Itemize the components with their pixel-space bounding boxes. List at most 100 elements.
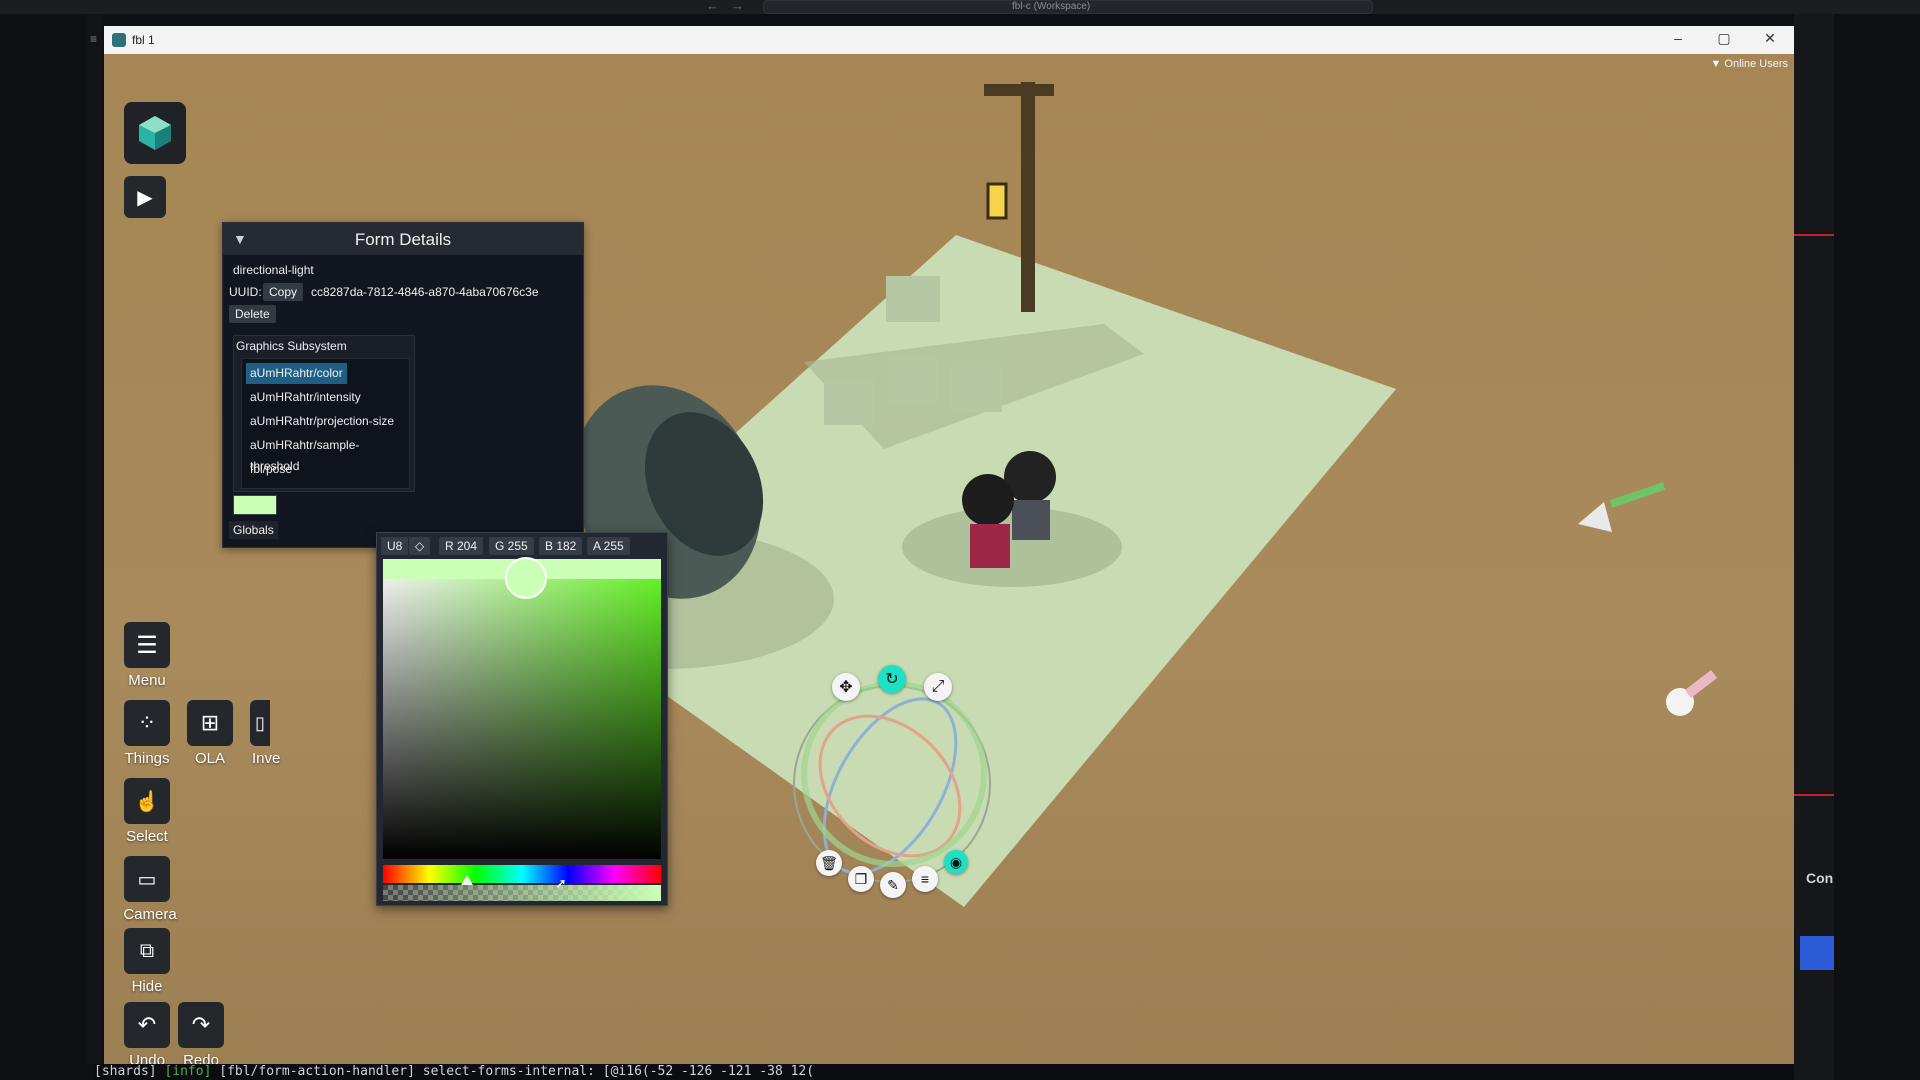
right-panel-label: Con — [1806, 870, 1834, 886]
play-button[interactable]: ▶ — [124, 176, 166, 218]
app-logo-button[interactable] — [124, 102, 186, 164]
box — [888, 356, 938, 404]
menu-lines-icon[interactable]: ≡ — [912, 866, 938, 892]
copy-uuid-button[interactable]: Copy — [263, 283, 304, 301]
hamburger-icon: ☰ — [136, 631, 158, 659]
character-head — [962, 474, 1014, 526]
log-tag: [shards] — [94, 1064, 157, 1079]
lamp-post — [1021, 82, 1035, 312]
box — [824, 379, 874, 425]
redo-label: Redo — [183, 1052, 219, 1064]
property-item[interactable]: aUmHRahtr/color — [246, 363, 347, 384]
rotate-icon[interactable]: ↻ — [878, 665, 906, 693]
ola-button[interactable]: ⊞ — [187, 700, 233, 746]
panel-title: Form Details — [354, 230, 452, 249]
inventory-label: Inve — [252, 750, 281, 767]
pencil-icon[interactable]: ✎ — [880, 872, 906, 898]
light-arrow-shaft — [1609, 482, 1666, 508]
hide-label: Hide — [131, 978, 163, 995]
property-item[interactable]: fbl/pose — [246, 459, 296, 480]
redo-icon: ↷ — [191, 1012, 211, 1037]
green-value[interactable]: G 255 — [489, 537, 534, 555]
os-top-bar: ←→ fbl-c (Workspace) — [0, 0, 1920, 14]
select-button[interactable]: ☝ — [124, 778, 170, 824]
target-icon[interactable]: ◉ — [944, 850, 968, 874]
property-item[interactable]: aUmHRahtr/intensity — [246, 387, 365, 408]
workspace-search-label: fbl-c (Workspace) — [1012, 1, 1091, 12]
log-level: [info] — [164, 1064, 212, 1079]
terminal-status-line: [shards] [info] [fbl/form-action-handler… — [94, 1064, 1794, 1080]
nav-arrows[interactable]: ←→ — [706, 0, 756, 13]
inventory-icon: ▯ — [255, 712, 265, 733]
redo-button[interactable]: ↷ — [178, 1002, 224, 1048]
globals-tab[interactable]: Globals — [229, 521, 278, 539]
app-window: fbl 1 – ▢ ✕ ▼ Online Users ✥ ↻ ⤢ 🗑 ❐ ✎ ≡… — [104, 26, 1794, 1064]
grid-squares-icon: ⊞ — [200, 710, 220, 735]
minimize-button[interactable]: – — [1658, 30, 1698, 46]
menu-button[interactable]: ☰ — [124, 622, 170, 668]
saturation-value-area[interactable] — [383, 559, 661, 859]
select-hand-icon: ☝ — [134, 790, 160, 813]
form-name: directional-light — [233, 263, 314, 277]
mouse-cursor-icon: ➚ — [555, 875, 567, 891]
blue-value[interactable]: B 182 — [539, 537, 583, 555]
alpha-slider[interactable] — [383, 885, 661, 901]
select-label: Select — [126, 828, 168, 845]
close-button[interactable]: ✕ — [1750, 30, 1790, 47]
property-list: aUmHRahtr/color aUmHRahtr/intensity aUmH… — [241, 358, 410, 489]
box — [886, 276, 940, 322]
maximize-button[interactable]: ▢ — [1704, 30, 1744, 47]
hamburger-icon[interactable]: ≡ — [90, 32, 97, 46]
3d-viewport[interactable]: ▼ Online Users ✥ ↻ ⤢ 🗑 ❐ ✎ ≡ ◉ ▶ ☰ Menu … — [104, 54, 1794, 1064]
inventory-button[interactable]: ▯ — [250, 700, 270, 746]
color-picker-popup: U8 ◇ R 204 G 255 B 182 A 255 ➚ — [376, 532, 668, 906]
menu-label: Menu — [128, 672, 166, 689]
things-button[interactable]: ⁘ — [124, 700, 170, 746]
back-arrow-icon[interactable]: ← — [706, 0, 731, 13]
trash-icon[interactable]: 🗑 — [816, 850, 842, 876]
property-item[interactable]: aUmHRahtr/sample-threshold — [246, 435, 409, 473]
workspace-search-box[interactable]: fbl-c (Workspace) — [763, 0, 1373, 14]
right-panel-button[interactable] — [1800, 936, 1834, 970]
scene-canvas[interactable] — [104, 54, 1794, 1064]
divider — [1794, 794, 1834, 796]
hue-marker[interactable] — [461, 875, 473, 885]
forward-arrow-icon[interactable]: → — [731, 0, 756, 13]
hide-icon: ⧉ — [139, 939, 155, 962]
move-arrows-icon[interactable]: ✥ — [832, 673, 860, 701]
undo-button[interactable]: ↶ — [124, 1002, 170, 1048]
graphics-subsystem-section: Graphics Subsystem aUmHRahtr/color aUmHR… — [233, 335, 415, 492]
video-camera-icon: ▭ — [137, 868, 157, 891]
divider — [1794, 234, 1834, 236]
red-value[interactable]: R 204 — [439, 537, 484, 555]
hide-button[interactable]: ⧉ — [124, 928, 170, 974]
form-details-panel: ▼ Form Details directional-light UUID: C… — [222, 222, 584, 548]
camera-label: Camera — [123, 906, 177, 923]
alpha-value[interactable]: A 255 — [587, 537, 630, 555]
log-message: [fbl/form-action-handler] select-forms-i… — [219, 1064, 815, 1079]
uuid-label: UUID: — [229, 285, 262, 299]
background-right-panel: Con — [1794, 14, 1834, 1080]
character-body — [1012, 500, 1050, 540]
property-item[interactable]: aUmHRahtr/projection-size — [246, 411, 398, 432]
delete-button[interactable]: Delete — [229, 305, 276, 323]
online-users-toggle[interactable]: ▼ Online Users — [1710, 58, 1788, 70]
scale-arrow-icon[interactable]: ⤢ — [924, 673, 952, 701]
window-title: fbl 1 — [132, 33, 155, 47]
eyedropper-icon[interactable]: ◇ — [409, 537, 431, 555]
color-swatch[interactable] — [233, 495, 277, 515]
saturation-value-knob[interactable] — [505, 557, 547, 599]
color-mode-button[interactable]: U8 — [381, 537, 409, 555]
uuid-value: cc8287da-7812-4846-a870-4aba70676c3e — [311, 285, 539, 299]
light-arrow-head — [1578, 502, 1612, 532]
copy-icon[interactable]: ❐ — [848, 866, 874, 892]
character-body — [970, 524, 1010, 568]
point-light-handle — [1684, 670, 1718, 698]
camera-button[interactable]: ▭ — [124, 856, 170, 902]
background-terminal-edge: ≡ — [86, 14, 103, 1064]
panel-header[interactable]: ▼ Form Details — [223, 223, 583, 255]
box — [950, 366, 1002, 412]
app-logo-icon — [112, 33, 126, 47]
hue-slider[interactable] — [383, 865, 661, 883]
play-icon: ▶ — [137, 186, 153, 209]
